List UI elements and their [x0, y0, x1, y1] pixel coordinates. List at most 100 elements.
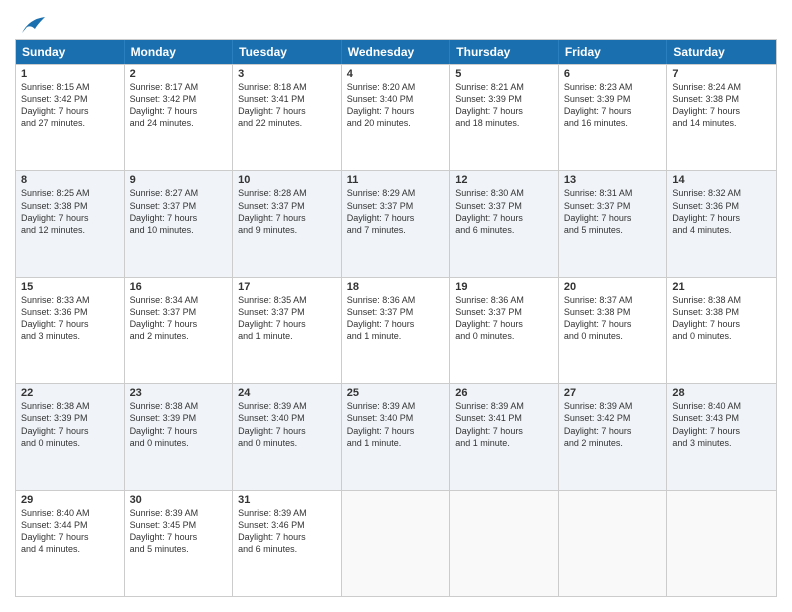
table-row: 11Sunrise: 8:29 AM Sunset: 3:37 PM Dayli… — [342, 171, 451, 276]
table-row — [559, 491, 668, 596]
day-number: 31 — [238, 494, 336, 506]
table-row: 3Sunrise: 8:18 AM Sunset: 3:41 PM Daylig… — [233, 65, 342, 170]
calendar-row-4: 22Sunrise: 8:38 AM Sunset: 3:39 PM Dayli… — [16, 383, 776, 489]
day-info: Sunrise: 8:39 AM Sunset: 3:42 PM Dayligh… — [564, 400, 662, 449]
day-info: Sunrise: 8:39 AM Sunset: 3:40 PM Dayligh… — [347, 400, 445, 449]
day-info: Sunrise: 8:36 AM Sunset: 3:37 PM Dayligh… — [347, 294, 445, 343]
table-row: 24Sunrise: 8:39 AM Sunset: 3:40 PM Dayli… — [233, 384, 342, 489]
day-number: 10 — [238, 174, 336, 186]
day-info: Sunrise: 8:39 AM Sunset: 3:46 PM Dayligh… — [238, 507, 336, 556]
logo — [15, 15, 47, 31]
table-row: 28Sunrise: 8:40 AM Sunset: 3:43 PM Dayli… — [667, 384, 776, 489]
day-info: Sunrise: 8:17 AM Sunset: 3:42 PM Dayligh… — [130, 81, 228, 130]
day-number: 11 — [347, 174, 445, 186]
table-row: 29Sunrise: 8:40 AM Sunset: 3:44 PM Dayli… — [16, 491, 125, 596]
day-info: Sunrise: 8:40 AM Sunset: 3:44 PM Dayligh… — [21, 507, 119, 556]
day-info: Sunrise: 8:15 AM Sunset: 3:42 PM Dayligh… — [21, 81, 119, 130]
table-row: 15Sunrise: 8:33 AM Sunset: 3:36 PM Dayli… — [16, 278, 125, 383]
day-info: Sunrise: 8:21 AM Sunset: 3:39 PM Dayligh… — [455, 81, 553, 130]
header-monday: Monday — [125, 40, 234, 64]
day-info: Sunrise: 8:40 AM Sunset: 3:43 PM Dayligh… — [672, 400, 771, 449]
header-friday: Friday — [559, 40, 668, 64]
day-number: 27 — [564, 387, 662, 399]
day-number: 21 — [672, 281, 771, 293]
day-number: 19 — [455, 281, 553, 293]
day-info: Sunrise: 8:39 AM Sunset: 3:40 PM Dayligh… — [238, 400, 336, 449]
table-row: 7Sunrise: 8:24 AM Sunset: 3:38 PM Daylig… — [667, 65, 776, 170]
table-row: 19Sunrise: 8:36 AM Sunset: 3:37 PM Dayli… — [450, 278, 559, 383]
logo-bird-icon — [17, 15, 47, 37]
day-info: Sunrise: 8:28 AM Sunset: 3:37 PM Dayligh… — [238, 187, 336, 236]
table-row: 21Sunrise: 8:38 AM Sunset: 3:38 PM Dayli… — [667, 278, 776, 383]
day-info: Sunrise: 8:37 AM Sunset: 3:38 PM Dayligh… — [564, 294, 662, 343]
table-row: 9Sunrise: 8:27 AM Sunset: 3:37 PM Daylig… — [125, 171, 234, 276]
day-info: Sunrise: 8:30 AM Sunset: 3:37 PM Dayligh… — [455, 187, 553, 236]
day-number: 24 — [238, 387, 336, 399]
day-number: 8 — [21, 174, 119, 186]
day-number: 6 — [564, 68, 662, 80]
day-info: Sunrise: 8:34 AM Sunset: 3:37 PM Dayligh… — [130, 294, 228, 343]
table-row — [450, 491, 559, 596]
day-number: 3 — [238, 68, 336, 80]
day-info: Sunrise: 8:38 AM Sunset: 3:39 PM Dayligh… — [130, 400, 228, 449]
day-number: 13 — [564, 174, 662, 186]
day-number: 20 — [564, 281, 662, 293]
day-info: Sunrise: 8:38 AM Sunset: 3:39 PM Dayligh… — [21, 400, 119, 449]
day-number: 9 — [130, 174, 228, 186]
day-number: 2 — [130, 68, 228, 80]
table-row: 18Sunrise: 8:36 AM Sunset: 3:37 PM Dayli… — [342, 278, 451, 383]
calendar-row-2: 8Sunrise: 8:25 AM Sunset: 3:38 PM Daylig… — [16, 170, 776, 276]
table-row: 22Sunrise: 8:38 AM Sunset: 3:39 PM Dayli… — [16, 384, 125, 489]
day-info: Sunrise: 8:39 AM Sunset: 3:45 PM Dayligh… — [130, 507, 228, 556]
day-number: 4 — [347, 68, 445, 80]
calendar-row-3: 15Sunrise: 8:33 AM Sunset: 3:36 PM Dayli… — [16, 277, 776, 383]
day-number: 12 — [455, 174, 553, 186]
day-info: Sunrise: 8:23 AM Sunset: 3:39 PM Dayligh… — [564, 81, 662, 130]
day-number: 18 — [347, 281, 445, 293]
table-row: 1Sunrise: 8:15 AM Sunset: 3:42 PM Daylig… — [16, 65, 125, 170]
header — [15, 15, 777, 31]
day-number: 30 — [130, 494, 228, 506]
table-row: 6Sunrise: 8:23 AM Sunset: 3:39 PM Daylig… — [559, 65, 668, 170]
calendar-body: 1Sunrise: 8:15 AM Sunset: 3:42 PM Daylig… — [16, 64, 776, 596]
day-number: 15 — [21, 281, 119, 293]
table-row: 31Sunrise: 8:39 AM Sunset: 3:46 PM Dayli… — [233, 491, 342, 596]
day-number: 22 — [21, 387, 119, 399]
calendar-row-5: 29Sunrise: 8:40 AM Sunset: 3:44 PM Dayli… — [16, 490, 776, 596]
day-info: Sunrise: 8:27 AM Sunset: 3:37 PM Dayligh… — [130, 187, 228, 236]
table-row: 4Sunrise: 8:20 AM Sunset: 3:40 PM Daylig… — [342, 65, 451, 170]
table-row: 2Sunrise: 8:17 AM Sunset: 3:42 PM Daylig… — [125, 65, 234, 170]
header-tuesday: Tuesday — [233, 40, 342, 64]
day-info: Sunrise: 8:39 AM Sunset: 3:41 PM Dayligh… — [455, 400, 553, 449]
day-number: 17 — [238, 281, 336, 293]
day-info: Sunrise: 8:18 AM Sunset: 3:41 PM Dayligh… — [238, 81, 336, 130]
header-thursday: Thursday — [450, 40, 559, 64]
table-row: 25Sunrise: 8:39 AM Sunset: 3:40 PM Dayli… — [342, 384, 451, 489]
day-number: 14 — [672, 174, 771, 186]
day-info: Sunrise: 8:32 AM Sunset: 3:36 PM Dayligh… — [672, 187, 771, 236]
day-number: 26 — [455, 387, 553, 399]
table-row: 16Sunrise: 8:34 AM Sunset: 3:37 PM Dayli… — [125, 278, 234, 383]
header-wednesday: Wednesday — [342, 40, 451, 64]
table-row: 13Sunrise: 8:31 AM Sunset: 3:37 PM Dayli… — [559, 171, 668, 276]
day-number: 28 — [672, 387, 771, 399]
day-info: Sunrise: 8:31 AM Sunset: 3:37 PM Dayligh… — [564, 187, 662, 236]
day-info: Sunrise: 8:29 AM Sunset: 3:37 PM Dayligh… — [347, 187, 445, 236]
table-row: 17Sunrise: 8:35 AM Sunset: 3:37 PM Dayli… — [233, 278, 342, 383]
table-row: 23Sunrise: 8:38 AM Sunset: 3:39 PM Dayli… — [125, 384, 234, 489]
header-sunday: Sunday — [16, 40, 125, 64]
table-row — [667, 491, 776, 596]
day-info: Sunrise: 8:33 AM Sunset: 3:36 PM Dayligh… — [21, 294, 119, 343]
table-row: 20Sunrise: 8:37 AM Sunset: 3:38 PM Dayli… — [559, 278, 668, 383]
table-row: 26Sunrise: 8:39 AM Sunset: 3:41 PM Dayli… — [450, 384, 559, 489]
day-number: 23 — [130, 387, 228, 399]
calendar-header: Sunday Monday Tuesday Wednesday Thursday… — [16, 40, 776, 64]
calendar: Sunday Monday Tuesday Wednesday Thursday… — [15, 39, 777, 597]
table-row: 30Sunrise: 8:39 AM Sunset: 3:45 PM Dayli… — [125, 491, 234, 596]
day-info: Sunrise: 8:35 AM Sunset: 3:37 PM Dayligh… — [238, 294, 336, 343]
day-info: Sunrise: 8:36 AM Sunset: 3:37 PM Dayligh… — [455, 294, 553, 343]
day-info: Sunrise: 8:25 AM Sunset: 3:38 PM Dayligh… — [21, 187, 119, 236]
day-number: 5 — [455, 68, 553, 80]
day-number: 29 — [21, 494, 119, 506]
table-row: 8Sunrise: 8:25 AM Sunset: 3:38 PM Daylig… — [16, 171, 125, 276]
